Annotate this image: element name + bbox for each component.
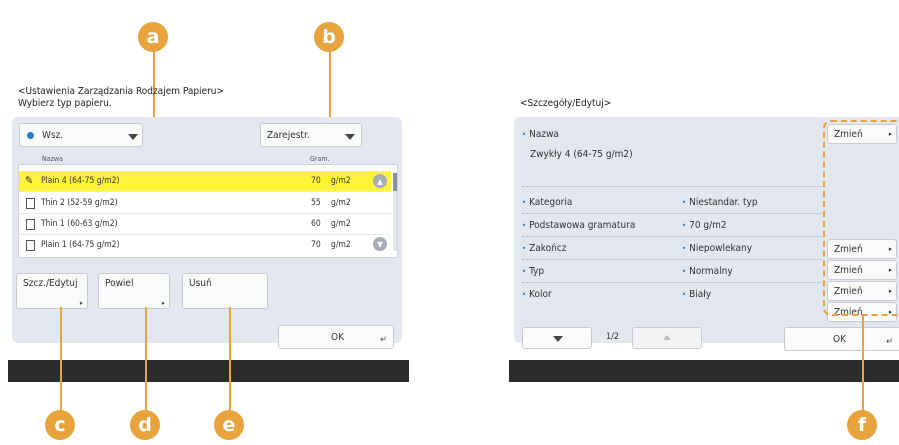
callout-line-e — [229, 307, 231, 411]
callout-marker-c: c — [45, 410, 75, 440]
instruction-text: Wybierz typ papieru. — [18, 98, 112, 109]
row-name: Plain 4 (64-75 g/m2) — [41, 176, 120, 186]
column-header-weight: Gram. — [310, 155, 330, 163]
breadcrumb: <Ustawienia Zarządzania Rodzajem Papieru… — [18, 86, 225, 97]
bullet-icon: • — [522, 267, 527, 276]
callout-marker-e: e — [214, 410, 244, 440]
sort-value: Zarejestr. — [267, 130, 310, 141]
divider — [522, 213, 822, 214]
scroll-up-icon[interactable]: ▲ — [373, 174, 387, 188]
arrow-up-icon — [663, 335, 671, 340]
copy-label: Powiel — [105, 278, 134, 289]
bullet-icon: • — [522, 290, 527, 299]
chevron-down-icon — [345, 134, 355, 140]
bullet-icon: • — [682, 267, 687, 276]
bullet-icon: • — [682, 221, 687, 230]
row-name: Plain 1 (64-75 g/m2) — [41, 240, 120, 250]
paper-icon — [26, 198, 35, 209]
row-unit: g/m2 — [331, 198, 351, 208]
divider — [522, 259, 822, 260]
row-name: Thin 1 (60-63 g/m2) — [41, 219, 118, 229]
divider — [522, 282, 822, 283]
column-header-name: Nazwa — [42, 155, 63, 163]
details-edit-label: Szcz./Edytuj — [23, 278, 78, 289]
ok-button[interactable]: OK ↵ — [784, 327, 899, 351]
bullet-icon: • — [682, 244, 687, 253]
list-item[interactable]: Thin 2 (52-59 g/m2) 55 g/m2 — [19, 193, 391, 214]
return-icon: ↵ — [380, 335, 387, 345]
delete-button[interactable]: Usuń — [182, 273, 268, 309]
page-up-button[interactable] — [632, 327, 702, 349]
status-bar — [509, 360, 899, 382]
list-item[interactable]: Thin 1 (60-63 g/m2) 60 g/m2 — [19, 214, 391, 235]
return-icon: ↵ — [886, 337, 893, 347]
copy-button[interactable]: Powiel ▸ — [98, 273, 170, 309]
chevron-down-icon — [128, 134, 138, 140]
field-label-category: • Kategoria — [522, 197, 573, 208]
name-field: • Nazwa — [522, 129, 559, 140]
callout-line-d — [145, 307, 147, 411]
arrow-down-icon — [553, 336, 563, 342]
paper-icon — [26, 240, 35, 251]
ok-button[interactable]: OK ↵ — [278, 325, 394, 349]
details-edit-button[interactable]: Szcz./Edytuj ▸ — [16, 273, 88, 309]
field-value-color: • Biały — [682, 289, 712, 300]
bullet-icon: • — [522, 130, 527, 139]
status-bar — [8, 360, 409, 382]
row-weight: 70 — [311, 240, 321, 250]
divider — [522, 186, 822, 187]
sort-dropdown[interactable]: Zarejestr. — [260, 123, 362, 147]
scrollbar-track[interactable] — [393, 173, 397, 251]
divider — [522, 236, 822, 237]
list-item[interactable]: Plain 1 (64-75 g/m2) 70 g/m2 — [19, 235, 391, 256]
field-value-basis-weight: • 70 g/m2 — [682, 220, 727, 231]
corner-arrow-icon: ▸ — [161, 299, 165, 307]
delete-label: Usuń — [189, 278, 212, 289]
row-unit: g/m2 — [331, 176, 351, 186]
scrollbar-thumb[interactable] — [393, 173, 397, 191]
bullet-icon: • — [522, 221, 527, 230]
callout-marker-d: d — [130, 410, 160, 440]
ok-label: OK — [331, 332, 344, 343]
filter-value: Wsz. — [42, 130, 64, 141]
corner-arrow-icon: ▸ — [79, 299, 83, 307]
paper-type-panel: Wsz. Zarejestr. Nazwa Gram. ✎ Plain 4 (6… — [12, 117, 402, 349]
page-indicator: 1/2 — [606, 332, 620, 342]
bullet-icon: • — [522, 198, 527, 207]
callout-marker-a: a — [138, 22, 168, 52]
bullet-icon: • — [682, 198, 687, 207]
callout-marker-f: f — [847, 410, 877, 440]
field-value-category: • Niestandar. typ — [682, 197, 758, 208]
field-label-basis-weight: • Podstawowa gramatura — [522, 220, 636, 231]
row-weight: 60 — [311, 219, 321, 229]
list-item[interactable]: ✎ Plain 4 (64-75 g/m2) 70 g/m2 — [19, 171, 391, 192]
filter-dropdown[interactable]: Wsz. — [19, 123, 143, 147]
field-label-color: • Kolor — [522, 289, 552, 300]
field-label-finish: • Zakończ — [522, 243, 567, 254]
paper-icon — [26, 219, 35, 230]
field-value-finish: • Niepowlekany — [682, 243, 753, 254]
callout-marker-b: b — [314, 22, 344, 52]
paper-type-list: ✎ Plain 4 (64-75 g/m2) 70 g/m2 Thin 2 (5… — [18, 164, 398, 258]
row-weight: 55 — [311, 198, 321, 208]
field-label-type: • Typ — [522, 266, 545, 277]
callout-line-c — [60, 307, 62, 411]
bullet-icon: • — [682, 290, 687, 299]
edit-note-icon: ✎ — [25, 174, 34, 187]
page-down-button[interactable] — [522, 327, 592, 349]
row-unit: g/m2 — [331, 219, 351, 229]
field-value-type: • Normalny — [682, 266, 733, 277]
ok-label: OK — [833, 334, 846, 345]
row-name: Thin 2 (52-59 g/m2) — [41, 198, 118, 208]
bullet-icon: • — [522, 244, 527, 253]
filter-dot-icon — [27, 132, 34, 139]
details-title: <Szczegóły/Edytuj> — [520, 98, 612, 109]
name-label: Nazwa — [529, 129, 559, 140]
callout-line-f — [862, 314, 864, 412]
row-weight: 70 — [311, 176, 321, 186]
change-buttons-highlight — [823, 120, 899, 316]
scroll-down-icon[interactable]: ▼ — [373, 237, 387, 251]
row-unit: g/m2 — [331, 240, 351, 250]
name-value: Zwykły 4 (64-75 g/m2) — [530, 149, 633, 160]
